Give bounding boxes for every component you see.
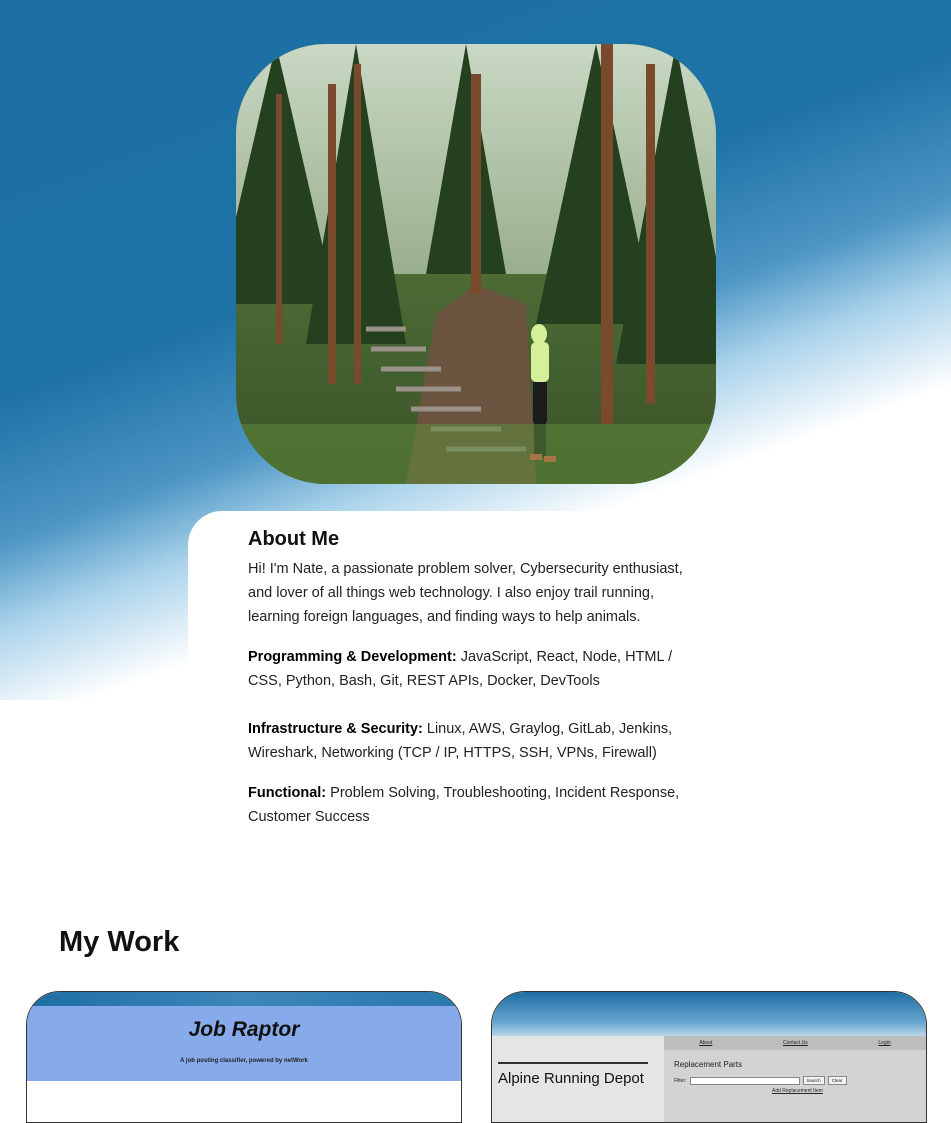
alpine-filter-row: Filter: Search Clear — [674, 1076, 847, 1085]
job-raptor-subtitle: A job posting classifier, powered by net… — [180, 1058, 308, 1064]
alpine-sidebar: Alpine Running Depot — [492, 1036, 664, 1122]
my-work-heading: My Work — [59, 926, 180, 958]
profile-photo — [236, 44, 716, 484]
forest-trail-photo — [236, 44, 716, 484]
about-heading: About Me — [248, 528, 340, 550]
about-intro: Hi! I'm Nate, a passionate problem solve… — [248, 561, 683, 625]
about-section: About Me Hi! I'm Nate, a passionate prob… — [248, 528, 698, 845]
alpine-clear-button[interactable]: Clear — [827, 1076, 847, 1085]
skills-infrastructure-label: Infrastructure & Security: — [248, 721, 423, 737]
card-top-band — [492, 992, 926, 1036]
alpine-heading: Replacement Parts — [674, 1060, 743, 1069]
job-raptor-title: Job Raptor — [188, 1018, 300, 1041]
alpine-content: About Contact Us Login Replacement Parts… — [664, 1036, 926, 1122]
alpine-preview: Alpine Running Depot About Contact Us Lo… — [492, 1036, 926, 1122]
alpine-site-name: Alpine Running Depot — [498, 1062, 648, 1087]
alpine-add-item-link[interactable]: Add Replacement Item — [772, 1088, 823, 1094]
skills-programming-label: Programming & Development: — [248, 649, 457, 665]
skills-functional: Functional: Problem Solving, Troubleshoo… — [248, 781, 698, 829]
alpine-filter-input[interactable] — [689, 1076, 800, 1085]
alpine-nav: About Contact Us Login — [664, 1036, 926, 1050]
project-card-alpine-running-depot[interactable]: Alpine Running Depot About Contact Us Lo… — [491, 991, 927, 1123]
alpine-nav-about[interactable]: About — [699, 1040, 712, 1046]
alpine-nav-login[interactable]: Login — [878, 1040, 890, 1046]
skills-infrastructure: Infrastructure & Security: Linux, AWS, G… — [248, 717, 698, 765]
skills-functional-label: Functional: — [248, 785, 327, 801]
skills-programming: Programming & Development: JavaScript, R… — [248, 645, 698, 693]
job-raptor-banner: Job Raptor A job posting classifier, pow… — [27, 1006, 461, 1081]
alpine-search-button[interactable]: Search — [802, 1076, 825, 1085]
alpine-filter-label: Filter: — [674, 1077, 687, 1084]
project-card-job-raptor[interactable]: Job Raptor A job posting classifier, pow… — [26, 991, 462, 1123]
alpine-nav-contact[interactable]: Contact Us — [783, 1040, 808, 1046]
card-top-band — [27, 992, 461, 1006]
